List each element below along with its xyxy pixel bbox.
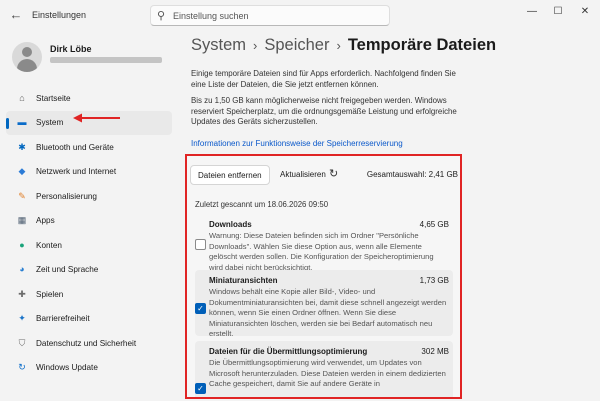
- sidebar-item-2[interactable]: ✱ Bluetooth und Geräte: [6, 135, 172, 160]
- checkbox[interactable]: [195, 239, 206, 250]
- file-category-item[interactable]: ✓ Dateien für die Übermittlungsoptimierun…: [195, 341, 453, 397]
- file-category-description: Windows behält eine Kopie aller Bild-, V…: [209, 287, 447, 338]
- sidebar-item-7[interactable]: ◕ Zeit und Sprache: [6, 258, 172, 283]
- monitor-icon: ▬: [17, 117, 27, 128]
- close-icon[interactable]: ✕: [572, 2, 598, 22]
- annotation-arrow: [73, 113, 120, 123]
- sidebar-item-label: Netzwerk und Internet: [36, 167, 117, 177]
- temp-files-panel: Dateien entfernen Aktualisieren ↻ Gesamt…: [185, 154, 462, 399]
- file-category-description: Die Übermittlungsoptimierung wird verwen…: [209, 358, 446, 388]
- user-email-redacted: [50, 57, 162, 63]
- checkbox[interactable]: ✓: [195, 303, 206, 314]
- globe-clock-icon: ◕: [19, 264, 25, 275]
- back-arrow-icon[interactable]: ←: [8, 7, 24, 23]
- sidebar-item-3[interactable]: ◆ Netzwerk und Internet: [6, 160, 172, 185]
- file-category-size: 4,65 GB: [419, 220, 449, 229]
- breadcrumb-separator: ›: [253, 38, 258, 53]
- breadcrumb: System › Speicher › Temporäre Dateien: [191, 36, 496, 55]
- sidebar-item-6[interactable]: ● Konten: [6, 233, 172, 258]
- bluetooth-icon: ✱: [18, 141, 26, 152]
- total-selection: Gesamtauswahl: 2,41 GB: [366, 170, 458, 179]
- breadcrumb-storage[interactable]: Speicher: [264, 36, 329, 54]
- sidebar-item-0[interactable]: ⌂ Startseite: [6, 86, 172, 111]
- avatar[interactable]: [12, 42, 42, 72]
- sidebar-item-label: Konten: [36, 240, 62, 250]
- apps-icon: ▦: [17, 215, 27, 226]
- refresh-icon[interactable]: ↻: [329, 167, 338, 180]
- sidebar: Dirk Löbe ⌂ Startseite ▬ System ✱ Bluetooth u…: [0, 32, 175, 401]
- wifi-icon: ◆: [18, 166, 26, 177]
- page-title: Temporäre Dateien: [347, 36, 497, 54]
- file-category-description: Warnung: Diese Dateien befinden sich im …: [209, 231, 434, 272]
- gamepad-icon: ✚: [18, 288, 26, 299]
- sidebar-item-label: Personalisierung: [36, 191, 97, 201]
- shield-icon: ⛉: [18, 337, 26, 348]
- remove-files-button[interactable]: Dateien entfernen: [190, 165, 270, 185]
- search-box[interactable]: ⚲: [150, 5, 390, 26]
- temp-files-toolbar: Dateien entfernen Aktualisieren ↻ Gesamt…: [190, 165, 458, 187]
- main-content: System › Speicher › Temporäre Dateien Einige…: [175, 32, 600, 401]
- accessibility-icon: ✦: [18, 313, 26, 324]
- file-category-title: Downloads: [209, 220, 252, 229]
- maximize-icon[interactable]: ☐: [545, 2, 571, 22]
- sidebar-item-10[interactable]: ⛉ Datenschutz und Sicherheit: [6, 331, 172, 356]
- search-icon: ⚲: [157, 10, 166, 22]
- file-category-size: 302 MB: [421, 347, 449, 356]
- sidebar-item-4[interactable]: ✎ Personalisierung: [6, 184, 172, 209]
- intro-text: Einige temporäre Dateien sind für Apps e…: [191, 69, 456, 89]
- app-title: Einstellungen: [32, 10, 87, 20]
- file-category-item[interactable]: ✓ Miniaturansichten 1,73 GB Windows behält …: [195, 270, 453, 338]
- sidebar-item-label: Barrierefreiheit: [36, 314, 90, 324]
- file-category-title: Dateien für die Übermittlungsoptimierung: [209, 347, 368, 356]
- sidebar-item-label: Apps: [36, 216, 55, 226]
- user-name: Dirk Löbe: [50, 44, 92, 54]
- breadcrumb-system[interactable]: System: [191, 36, 246, 54]
- breadcrumb-separator: ›: [336, 38, 341, 53]
- sidebar-nav: ⌂ Startseite ▬ System ✱ Bluetooth und Geräte ◆…: [6, 86, 172, 380]
- reserve-warning-text: Bis zu 1,50 GB kann möglicherweise nicht…: [191, 96, 457, 126]
- home-icon: ⌂: [19, 92, 25, 103]
- file-category-item[interactable]: Downloads 4,65 GB Warnung: Diese Dateien b…: [195, 214, 453, 272]
- sidebar-item-9[interactable]: ✦ Barrierefreiheit: [6, 307, 172, 332]
- sidebar-item-11[interactable]: ↻ Windows Update: [6, 356, 172, 381]
- sidebar-item-label: Windows Update: [36, 363, 98, 373]
- sidebar-item-label: Zeit und Sprache: [36, 265, 99, 275]
- sidebar-item-5[interactable]: ▦ Apps: [6, 209, 172, 234]
- minimize-icon[interactable]: —: [519, 2, 545, 22]
- refresh-link[interactable]: Aktualisieren: [280, 170, 326, 179]
- file-category-size: 1,73 GB: [419, 276, 449, 285]
- update-icon: ↻: [18, 362, 26, 373]
- title-bar: ← Einstellungen ⚲ — ☐ ✕: [0, 0, 600, 32]
- account-icon: ●: [19, 239, 25, 250]
- sidebar-item-label: Startseite: [36, 93, 71, 103]
- search-input[interactable]: [173, 7, 383, 24]
- sidebar-item-label: Spielen: [36, 289, 64, 299]
- sidebar-item-label: System: [36, 118, 64, 128]
- sidebar-item-8[interactable]: ✚ Spielen: [6, 282, 172, 307]
- storage-reserve-info-link[interactable]: Informationen zur Funktionsweise der Spe…: [191, 139, 403, 148]
- brush-icon: ✎: [18, 190, 26, 201]
- sidebar-item-label: Bluetooth und Geräte: [36, 142, 114, 152]
- sidebar-item-label: Datenschutz und Sicherheit: [36, 338, 137, 348]
- checkbox[interactable]: ✓: [195, 383, 206, 394]
- file-category-title: Miniaturansichten: [209, 276, 278, 285]
- last-scanned-text: Zuletzt gescannt um 18.06.2026 09:50: [195, 200, 329, 209]
